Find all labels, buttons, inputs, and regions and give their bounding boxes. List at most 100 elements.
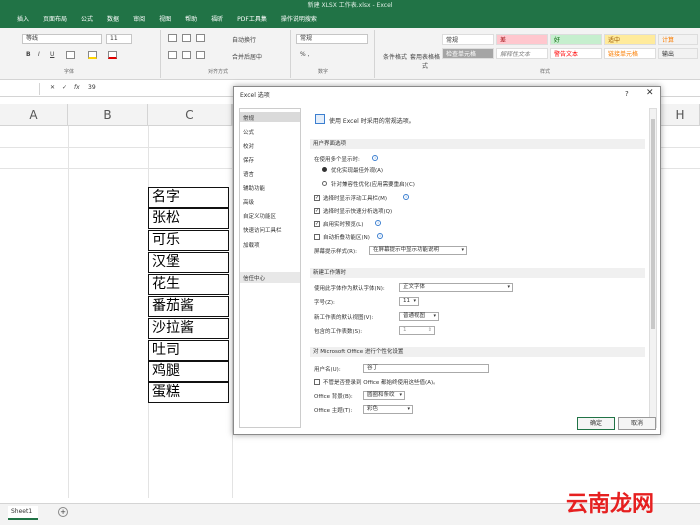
options-content: 使用 Excel 时采用的常规选项。 用户界面选项 在使用多个显示时: i 优化…: [305, 108, 655, 428]
tab-page-layout[interactable]: 页面布局: [36, 12, 74, 28]
tab-data[interactable]: 数据: [100, 12, 126, 28]
close-icon[interactable]: ✕: [646, 88, 654, 98]
cell-c8[interactable]: 吐司: [148, 340, 229, 361]
nav-general[interactable]: 常规: [243, 114, 254, 122]
enter-formula-icon[interactable]: ✓: [62, 84, 67, 91]
align-top-icon[interactable]: [168, 34, 177, 42]
formula-content[interactable]: 39: [88, 84, 96, 91]
wrap-text-button[interactable]: 自动换行: [232, 35, 256, 44]
style-explanatory[interactable]: 解释性文本: [496, 48, 548, 59]
checkbox-collapse-ribbon[interactable]: [314, 234, 320, 240]
fill-color-icon[interactable]: [88, 51, 97, 59]
cell-c5[interactable]: 花生: [148, 274, 229, 295]
column-header-a[interactable]: A: [0, 104, 68, 126]
cell-c3[interactable]: 可乐: [148, 230, 229, 251]
office-bg-label: Office 背景(B):: [314, 394, 353, 400]
nav-language[interactable]: 语言: [243, 170, 254, 178]
options-scrollbar[interactable]: [649, 108, 657, 428]
table-format-button[interactable]: 套用表格格式: [410, 52, 440, 70]
tab-view[interactable]: 视图: [152, 12, 178, 28]
cell-c2[interactable]: 张松: [148, 208, 229, 229]
tab-pdf-tools[interactable]: PDF工具集: [230, 12, 274, 28]
tell-me-search[interactable]: 操作说明搜索: [274, 12, 324, 28]
tab-formulas[interactable]: 公式: [74, 12, 100, 28]
radio-compat[interactable]: [322, 181, 327, 186]
font-size-select[interactable]: 11 ▾: [399, 297, 419, 306]
add-sheet-icon[interactable]: +: [58, 507, 68, 517]
font-color-icon[interactable]: [108, 51, 117, 59]
style-bad[interactable]: 差: [496, 34, 548, 45]
column-header-b[interactable]: B: [68, 104, 148, 126]
style-normal[interactable]: 常规: [442, 34, 494, 45]
dialog-title: Excel 选项: [240, 92, 270, 99]
general-header: 使用 Excel 时采用的常规选项。: [329, 118, 415, 125]
cancel-button[interactable]: 取消: [618, 417, 656, 430]
nav-customize-ribbon[interactable]: 自定义功能区: [243, 212, 276, 220]
group-font-label: 字体: [64, 69, 75, 75]
checkbox-always-use[interactable]: [314, 379, 320, 385]
office-theme-select[interactable]: 彩色 ▾: [363, 405, 413, 414]
cell-c6[interactable]: 番茄酱: [148, 296, 229, 317]
tab-insert[interactable]: 插入: [10, 12, 36, 28]
style-linked-cell[interactable]: 链接单元格: [604, 48, 656, 59]
italic-button[interactable]: I: [38, 51, 40, 58]
default-font-select[interactable]: 正文字体 ▾: [399, 283, 513, 292]
cell-c9[interactable]: 鸡腿: [148, 361, 229, 382]
nav-quick-access[interactable]: 快速访问工具栏: [243, 226, 282, 234]
checkbox-mini-toolbar[interactable]: ✓: [314, 195, 320, 201]
border-icon[interactable]: [66, 51, 75, 59]
nav-trust-center[interactable]: 信任中心: [243, 274, 265, 282]
merge-center-button[interactable]: 合并后居中: [232, 52, 262, 61]
align-bottom-icon[interactable]: [196, 34, 205, 42]
tab-help[interactable]: 帮助: [178, 12, 204, 28]
ok-button[interactable]: 确定: [577, 417, 615, 430]
font-name-select[interactable]: 等线: [22, 34, 102, 44]
default-view-select[interactable]: 普通视图 ▾: [399, 312, 439, 321]
column-header-c[interactable]: C: [148, 104, 232, 126]
nav-formulas[interactable]: 公式: [243, 128, 254, 136]
style-check-cell[interactable]: 检查单元格: [442, 48, 494, 59]
conditional-format-button[interactable]: 条件格式: [380, 52, 410, 61]
checkbox-quick-analysis[interactable]: ✓: [314, 208, 320, 214]
currency-button[interactable]: % ,: [300, 51, 310, 58]
sheet-count-stepper[interactable]: 1 ⇕: [399, 326, 435, 335]
cell-c1[interactable]: 名字: [148, 187, 229, 208]
cell-c10[interactable]: 蛋糕: [148, 382, 229, 403]
font-size-label: 字号(Z):: [314, 300, 335, 306]
help-icon[interactable]: ?: [625, 90, 629, 98]
tab-foxit[interactable]: 福昕: [204, 12, 230, 28]
insert-function-icon[interactable]: fx: [74, 84, 80, 91]
style-good[interactable]: 好: [550, 34, 602, 45]
nav-save[interactable]: 保存: [243, 156, 254, 164]
tab-review[interactable]: 审阅: [126, 12, 152, 28]
align-center-icon[interactable]: [182, 51, 191, 59]
tooltip-style-select[interactable]: 在屏幕提示中显示功能说明 ▾: [369, 246, 467, 255]
office-bg-select[interactable]: 圆圈和条纹 ▾: [363, 391, 405, 400]
nav-advanced[interactable]: 高级: [243, 198, 254, 206]
style-neutral[interactable]: 适中: [604, 34, 656, 45]
radio-appearance[interactable]: [322, 167, 327, 172]
name-box[interactable]: [0, 83, 40, 95]
style-warning[interactable]: 警告文本: [550, 48, 602, 59]
bold-button[interactable]: B: [26, 51, 31, 58]
scrollbar-thumb[interactable]: [651, 119, 655, 329]
align-middle-icon[interactable]: [182, 34, 191, 42]
style-output[interactable]: 输出: [658, 48, 698, 59]
cell-c7[interactable]: 沙拉酱: [148, 318, 229, 339]
nav-add-ins[interactable]: 加载项: [243, 241, 260, 249]
align-left-icon[interactable]: [168, 51, 177, 59]
style-calculation[interactable]: 计算: [658, 34, 698, 45]
username-input[interactable]: 谷丁: [363, 364, 489, 373]
cancel-formula-icon[interactable]: ✕: [50, 84, 55, 91]
sheet-tab[interactable]: Sheet1: [8, 506, 38, 520]
font-size-select[interactable]: 11: [106, 34, 132, 44]
align-right-icon[interactable]: [196, 51, 205, 59]
number-format-select[interactable]: 常规: [296, 34, 368, 44]
underline-button[interactable]: U: [50, 51, 54, 58]
cell-c4[interactable]: 汉堡: [148, 252, 229, 273]
column-header-h[interactable]: H: [661, 104, 700, 126]
checkbox-live-preview[interactable]: ✓: [314, 221, 320, 227]
info-icon: i: [372, 155, 378, 161]
nav-proofing[interactable]: 校对: [243, 142, 254, 150]
nav-accessibility[interactable]: 辅助功能: [243, 184, 265, 192]
